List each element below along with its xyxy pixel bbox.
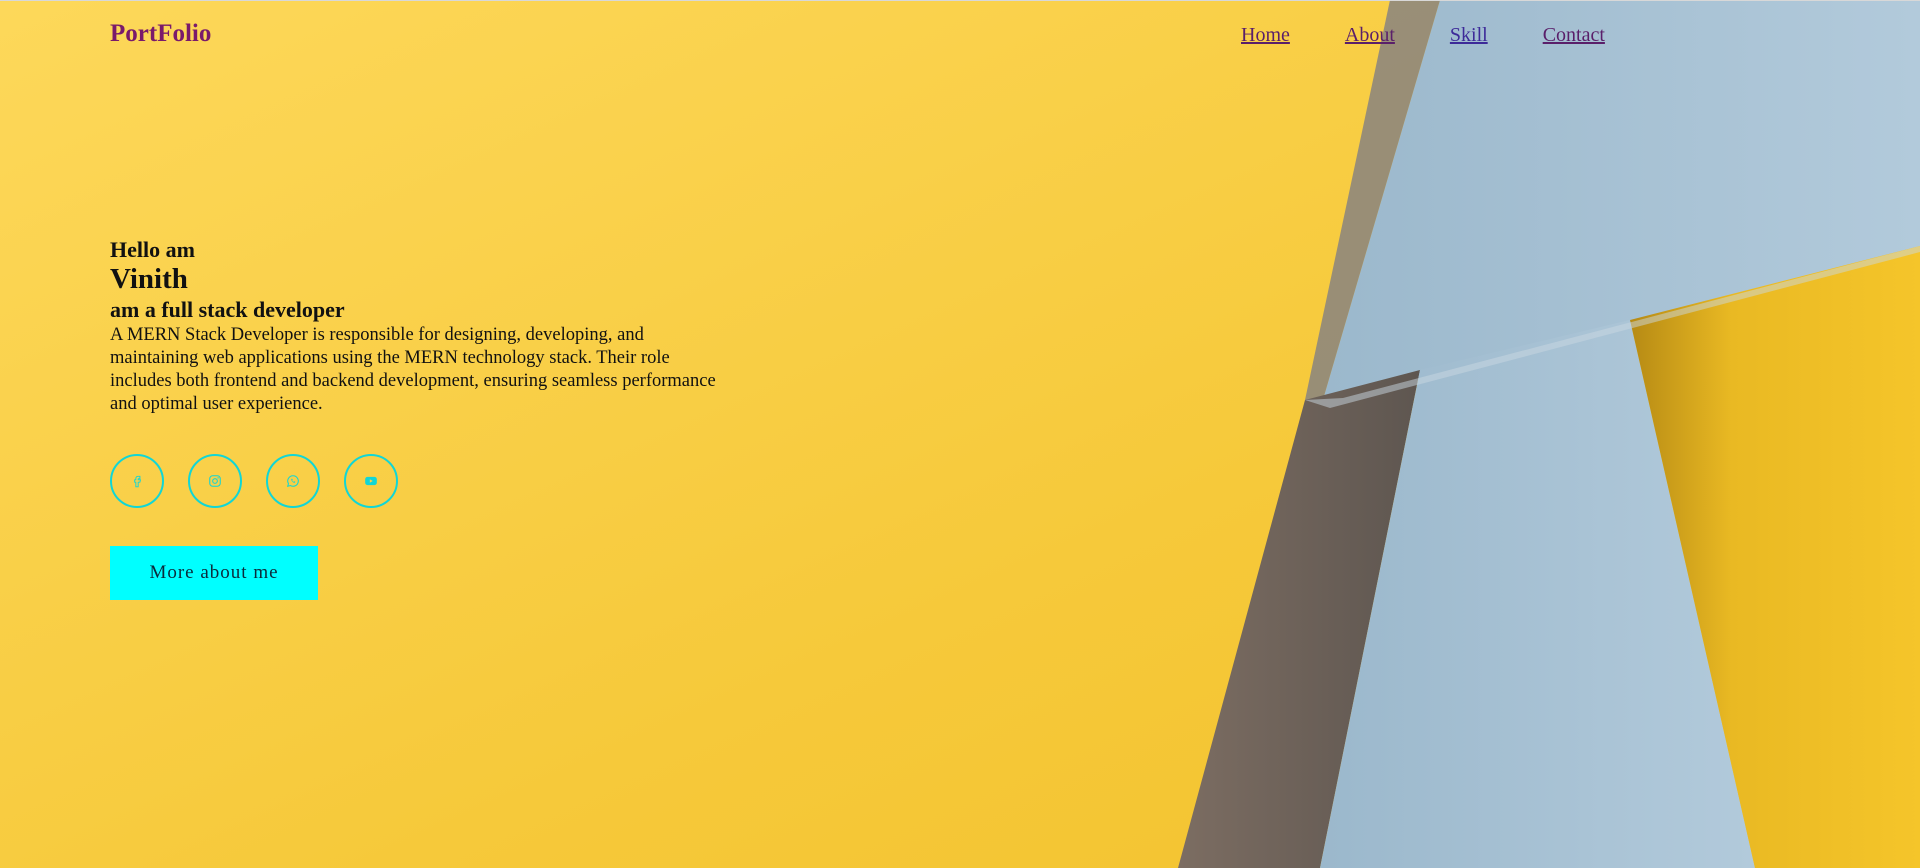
- nav-home-link[interactable]: Home: [1241, 24, 1290, 47]
- instagram-link[interactable]: [188, 454, 242, 508]
- hero-section: Hello am Vinith am a full stack develope…: [110, 236, 730, 600]
- facebook-icon: [134, 475, 142, 488]
- nav-contact-link[interactable]: Contact: [1543, 24, 1605, 47]
- site-logo[interactable]: PortFolio: [110, 20, 211, 48]
- hero-description: A MERN Stack Developer is responsible fo…: [110, 325, 716, 414]
- hero-greeting: Hello am: [110, 237, 195, 262]
- nav-skill-link[interactable]: Skill: [1450, 24, 1488, 47]
- more-about-me-button[interactable]: More about me: [110, 546, 318, 600]
- whatsapp-link[interactable]: [266, 454, 320, 508]
- youtube-link[interactable]: [344, 454, 398, 508]
- social-links: [110, 454, 730, 508]
- hero-role: am a full stack developer: [110, 297, 345, 322]
- youtube-icon: [365, 476, 377, 486]
- hero-name: Vinith: [110, 263, 188, 295]
- nav-about-link[interactable]: About: [1345, 24, 1395, 47]
- whatsapp-icon: [287, 475, 299, 487]
- instagram-icon: [209, 475, 221, 487]
- main-nav: Home About Skill Contact: [1241, 24, 1660, 47]
- facebook-link[interactable]: [110, 454, 164, 508]
- site-header: PortFolio Home About Skill Contact: [0, 0, 1920, 70]
